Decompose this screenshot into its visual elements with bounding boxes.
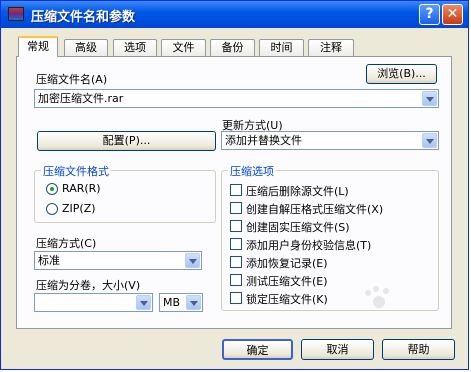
compression-method-label: 压缩方式(C) xyxy=(36,237,97,250)
sfx-checkbox[interactable] xyxy=(230,202,242,214)
close-button[interactable]: ✕ xyxy=(442,4,463,25)
solid-archive-checkbox[interactable] xyxy=(230,220,242,232)
cancel-button[interactable]: 取消 xyxy=(301,339,374,360)
help-title-button[interactable]: ? xyxy=(419,4,440,25)
archiving-options-title: 压缩选项 xyxy=(228,163,276,179)
solid-archive-label[interactable]: 创建固实压缩文件(S) xyxy=(246,219,350,235)
tab-comment[interactable]: 注释 xyxy=(308,39,354,57)
split-unit-value: MB xyxy=(163,296,181,309)
tab-backup[interactable]: 备份 xyxy=(210,39,255,57)
recovery-record-label[interactable]: 添加恢复记录(E) xyxy=(246,255,328,271)
zip-radio[interactable] xyxy=(46,203,58,215)
chevron-down-icon[interactable] xyxy=(185,253,200,268)
compression-method-value: 标准 xyxy=(38,254,60,267)
tab-advanced[interactable]: 高级 xyxy=(64,39,108,57)
tab-files[interactable]: 文件 xyxy=(161,39,206,57)
dialog-window: 压缩文件名和参数 ? ✕ 常规 高级 选项 文件 备份 时间 注释 压缩文件名(… xyxy=(0,0,469,370)
delete-files-label[interactable]: 压缩后删除源文件(L) xyxy=(246,183,349,199)
tab-general[interactable]: 常规 xyxy=(18,36,58,57)
browse-button[interactable]: 浏览(B)... xyxy=(366,64,437,84)
winrar-icon xyxy=(8,7,24,21)
authenticity-checkbox[interactable] xyxy=(230,238,242,250)
tab-time[interactable]: 时间 xyxy=(259,39,304,57)
authenticity-label[interactable]: 添加用户身份校验信息(T) xyxy=(246,237,371,253)
title-bar[interactable]: 压缩文件名和参数 ? ✕ xyxy=(1,1,468,28)
window-title: 压缩文件名和参数 xyxy=(31,10,136,25)
chevron-down-icon[interactable] xyxy=(136,295,151,310)
archive-name-label: 压缩文件名(A) xyxy=(36,73,108,86)
lock-archive-checkbox[interactable] xyxy=(230,292,242,304)
split-volumes-label: 压缩为分卷，大小(V) xyxy=(36,279,141,292)
chevron-down-icon[interactable] xyxy=(422,91,437,106)
update-mode-select[interactable]: 添加并替换文件 xyxy=(221,131,439,150)
rar-radio[interactable] xyxy=(46,183,58,195)
update-mode-value: 添加并替换文件 xyxy=(225,134,302,147)
archive-format-title: 压缩文件格式 xyxy=(41,163,111,179)
chevron-down-icon[interactable] xyxy=(422,133,437,148)
help-button[interactable]: 帮助 xyxy=(382,339,455,360)
split-volumes-combo[interactable] xyxy=(34,293,153,312)
archive-name-combo[interactable]: 加密压缩文件.rar xyxy=(34,89,439,108)
archive-name-value: 加密压缩文件.rar xyxy=(38,92,124,105)
test-archive-checkbox[interactable] xyxy=(230,274,242,286)
tab-options[interactable]: 选项 xyxy=(113,39,157,57)
chevron-down-icon[interactable] xyxy=(186,295,201,310)
delete-files-checkbox[interactable] xyxy=(230,184,242,196)
test-archive-label[interactable]: 测试压缩文件(E) xyxy=(246,273,328,289)
zip-label[interactable]: ZIP(Z) xyxy=(62,202,96,215)
paw-watermark-icon xyxy=(361,286,395,312)
compression-method-select[interactable]: 标准 xyxy=(34,251,202,270)
rar-label[interactable]: RAR(R) xyxy=(62,182,101,195)
split-unit-select[interactable]: MB xyxy=(159,293,203,312)
sfx-label[interactable]: 创建自解压格式压缩文件(X) xyxy=(246,201,383,217)
ok-button[interactable]: 确定 xyxy=(222,339,293,360)
profiles-button[interactable]: 配置(P)... xyxy=(37,131,216,151)
recovery-record-checkbox[interactable] xyxy=(230,256,242,268)
lock-archive-label[interactable]: 锁定压缩文件(K) xyxy=(246,291,328,307)
